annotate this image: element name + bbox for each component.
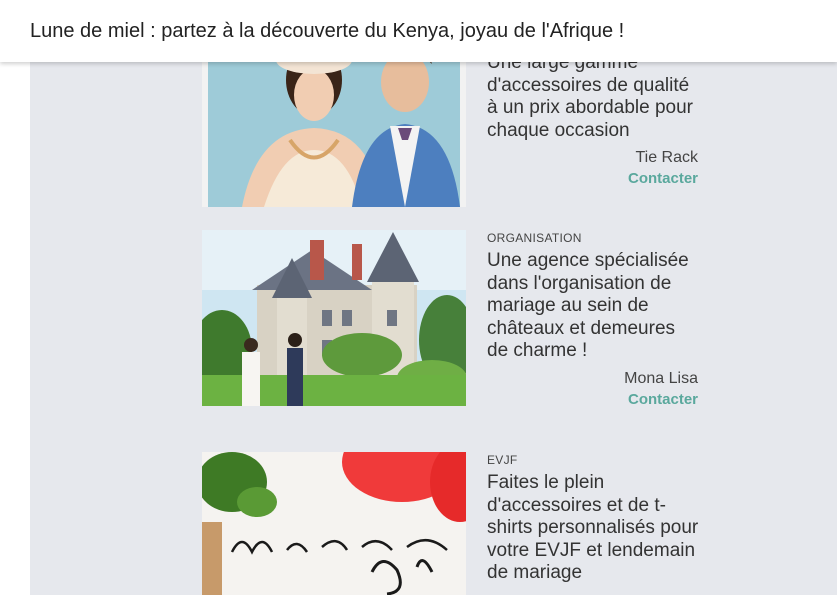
vendor-description: Une large gamme d'accessoires de qualité… bbox=[487, 52, 693, 141]
vendor-info-evjf: EVJF Faites le plein d'accessoires et de… bbox=[487, 453, 700, 585]
contact-link[interactable]: Contacter bbox=[487, 170, 700, 187]
vendor-description: Une agence spécialisée dans l'organisati… bbox=[487, 250, 689, 361]
vendor-name: Tie Rack bbox=[635, 149, 698, 166]
vendor-card-mona-lisa: ORGANISATION Une agence spécialisée dans… bbox=[202, 230, 702, 435]
notification-banner[interactable]: Lune de miel : partez à la découverte du… bbox=[0, 0, 837, 62]
vendor-photo-tshirt[interactable] bbox=[202, 452, 466, 595]
contact-link[interactable]: Contacter bbox=[487, 391, 700, 408]
vendor-info-mona-lisa: ORGANISATION Une agence spécialisée dans… bbox=[487, 231, 700, 408]
vendor-info-tie-rack: Une large gamme d'accessoires de qualité… bbox=[487, 52, 700, 187]
vendor-category: ORGANISATION bbox=[487, 231, 582, 245]
vendor-card-evjf: EVJF Faites le plein d'accessoires et de… bbox=[202, 452, 702, 595]
vendor-photo-castle[interactable] bbox=[202, 230, 466, 406]
vendor-name: Mona Lisa bbox=[624, 369, 698, 387]
banner-text[interactable]: Lune de miel : partez à la découverte du… bbox=[30, 20, 624, 43]
vendor-category: EVJF bbox=[487, 453, 518, 467]
vendor-description: Faites le plein d'accessoires et de t-sh… bbox=[487, 472, 699, 583]
